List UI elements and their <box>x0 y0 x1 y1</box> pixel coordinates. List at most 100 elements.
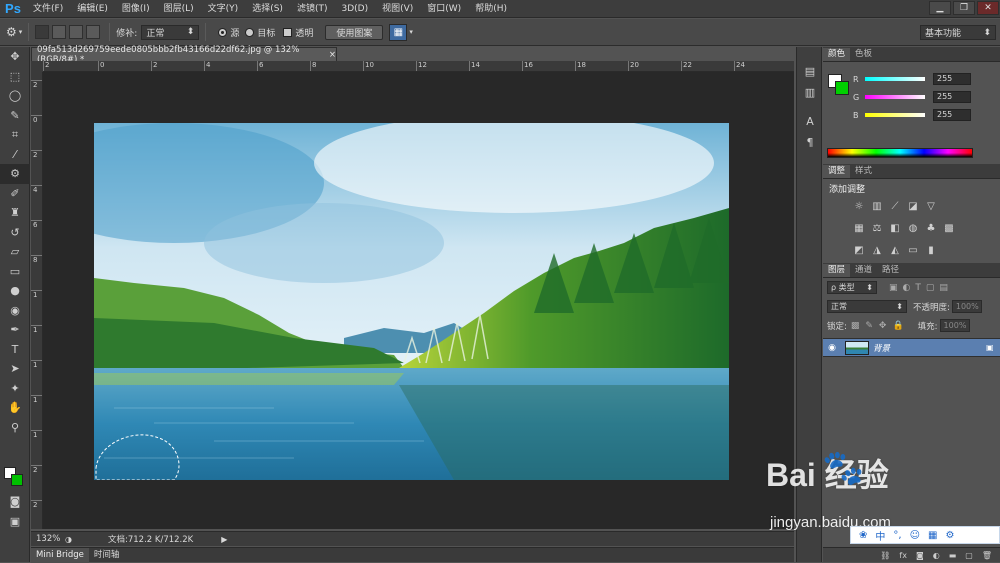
status-arrow-icon[interactable]: ▶ <box>221 535 227 544</box>
fill-input[interactable]: 100% <box>939 319 970 332</box>
quick-selection-tool-icon[interactable]: ✎ <box>0 106 30 126</box>
path-selection-tool-icon[interactable]: ➤ <box>0 359 30 379</box>
workspace-select[interactable]: 基本功能 ⬍ <box>920 25 996 40</box>
clone-stamp-tool-icon[interactable]: ♜ <box>0 203 30 223</box>
background-color-swatch[interactable] <box>11 474 23 486</box>
shape-tool-icon[interactable]: ✦ <box>0 379 30 399</box>
eraser-tool-icon[interactable]: ▱ <box>0 242 30 262</box>
photo-filter-icon[interactable]: ◍ <box>907 222 919 234</box>
exposure-icon[interactable]: ◪ <box>907 200 919 212</box>
new-selection-button[interactable] <box>35 25 50 39</box>
ime-chinese-toggle[interactable]: 中 <box>875 528 885 543</box>
hand-tool-icon[interactable]: ✋ <box>0 398 30 418</box>
intersect-selection-button[interactable] <box>86 25 101 39</box>
menu-help[interactable]: 帮助(H) <box>468 0 514 18</box>
properties-panel-icon[interactable]: ▥ <box>797 82 823 103</box>
add-mask-icon[interactable]: ◙ <box>916 551 924 560</box>
brightness-icon[interactable]: ☼ <box>853 200 865 212</box>
dodge-tool-icon[interactable]: ◉ <box>0 301 30 321</box>
selective-color-icon[interactable]: ▭ <box>907 244 919 256</box>
blur-tool-icon[interactable]: ● <box>0 281 30 301</box>
vibrance-icon[interactable]: ▽ <box>925 200 937 212</box>
target-radio[interactable] <box>245 27 255 37</box>
lasso-tool-icon[interactable]: ◯ <box>0 86 30 106</box>
tab-color[interactable]: 颜色 <box>823 48 851 61</box>
levels-icon[interactable]: ▥ <box>871 200 883 212</box>
source-radio[interactable] <box>218 27 228 37</box>
tab-layers[interactable]: 图层 <box>823 264 851 277</box>
menu-edit[interactable]: 编辑(E) <box>70 0 115 18</box>
patch-tool-icon[interactable]: ⚙ <box>0 164 30 184</box>
lock-icons[interactable]: ▩✎✥🔒 <box>851 321 910 331</box>
green-value-input[interactable]: 255 <box>933 91 971 103</box>
close-button[interactable]: ✕ <box>977 1 999 15</box>
screen-mode-icon[interactable]: ▣ <box>0 512 30 532</box>
menu-filter[interactable]: 滤镜(T) <box>290 0 335 18</box>
link-layers-icon[interactable]: ⛓ <box>880 551 890 560</box>
color-balance-icon[interactable]: ⚖ <box>871 222 883 234</box>
posterize-icon[interactable]: ◮ <box>871 244 883 256</box>
restore-button[interactable]: ❐ <box>953 1 975 15</box>
background-color-swatch[interactable] <box>835 81 849 95</box>
new-layer-icon[interactable]: ▢ <box>965 551 973 560</box>
crop-tool-icon[interactable]: ⌗ <box>0 125 30 145</box>
quick-mask-icon[interactable]: ◙ <box>0 492 30 512</box>
ime-keyboard-button[interactable]: ▦ <box>928 530 937 541</box>
layer-filter-select[interactable]: ρ 类型 ⬍ <box>827 281 877 294</box>
filter-icons[interactable]: ▣◐T▢▤ <box>889 283 953 293</box>
curves-icon[interactable]: ⟋ <box>889 200 901 212</box>
tool-preset-chevron-icon[interactable]: ▾ <box>19 28 23 36</box>
black-white-icon[interactable]: ◧ <box>889 222 901 234</box>
adjustment-layer-icon[interactable]: ◐ <box>933 551 940 560</box>
patch-tool-icon[interactable]: ⚙ <box>6 25 17 39</box>
tab-timeline[interactable]: 时间轴 <box>89 548 125 563</box>
menu-3d[interactable]: 3D(D) <box>334 0 375 18</box>
close-tab-icon[interactable]: × <box>329 50 336 60</box>
hue-saturation-icon[interactable]: ▦ <box>853 222 865 234</box>
tab-channels[interactable]: 通道 <box>850 264 877 277</box>
pattern-chevron-icon[interactable]: ▾ <box>409 28 413 36</box>
blue-slider[interactable] <box>865 113 925 117</box>
transparent-checkbox[interactable] <box>283 27 293 37</box>
tab-swatches[interactable]: 色板 <box>850 48 877 61</box>
menu-image[interactable]: 图像(I) <box>115 0 157 18</box>
add-selection-button[interactable] <box>52 25 67 39</box>
document-tab[interactable]: 09fa513d269759eede0805bbb2fb43166d22df62… <box>31 45 337 65</box>
gradient-tool-icon[interactable]: ▭ <box>0 262 30 282</box>
eyedropper-tool-icon[interactable]: ⁄ <box>0 145 30 165</box>
tab-styles[interactable]: 样式 <box>850 165 877 178</box>
color-lookup-icon[interactable]: ▩ <box>943 222 955 234</box>
subtract-selection-button[interactable] <box>69 25 84 39</box>
menu-file[interactable]: 文件(F) <box>26 0 70 18</box>
gradient-map-icon[interactable]: ▮ <box>925 244 937 256</box>
patch-mode-select[interactable]: 正常 ⬍ <box>141 24 200 40</box>
marquee-tool-icon[interactable]: ⬚ <box>0 67 30 87</box>
threshold-icon[interactable]: ◭ <box>889 244 901 256</box>
eye-icon[interactable]: ◉ <box>823 343 841 353</box>
type-tool-icon[interactable]: T <box>0 340 30 360</box>
layer-background[interactable]: ◉ 背景 ▣ <box>823 338 1000 357</box>
invert-icon[interactable]: ◩ <box>853 244 865 256</box>
tab-adjustments[interactable]: 调整 <box>823 165 851 178</box>
pattern-picker-icon[interactable]: ▦ <box>389 23 408 41</box>
new-group-icon[interactable]: ▬ <box>949 551 957 560</box>
blue-value-input[interactable]: 255 <box>933 109 971 121</box>
tab-paths[interactable]: 路径 <box>877 264 904 277</box>
fx-icon[interactable]: fx <box>899 551 907 560</box>
zoom-tool-icon[interactable]: ⚲ <box>0 418 30 438</box>
blend-mode-select[interactable]: 正常 ⬍ <box>827 300 907 313</box>
menu-type[interactable]: 文字(Y) <box>201 0 246 18</box>
landscape-photo[interactable] <box>94 123 729 480</box>
history-brush-tool-icon[interactable]: ↺ <box>0 223 30 243</box>
brush-tool-icon[interactable]: ✐ <box>0 184 30 204</box>
ime-settings-button[interactable]: ⚙ <box>945 530 954 541</box>
trash-icon[interactable]: 🗑 <box>982 551 992 560</box>
minimize-button[interactable]: ▁ <box>929 1 951 15</box>
status-menu-icon[interactable]: ◑ <box>65 535 72 544</box>
color-spectrum[interactable] <box>827 148 973 158</box>
menu-layer[interactable]: 图层(L) <box>157 0 201 18</box>
character-panel-icon[interactable]: A <box>797 111 823 132</box>
pen-tool-icon[interactable]: ✒ <box>0 320 30 340</box>
history-panel-icon[interactable]: ▤ <box>797 61 823 82</box>
menu-window[interactable]: 窗口(W) <box>420 0 468 18</box>
